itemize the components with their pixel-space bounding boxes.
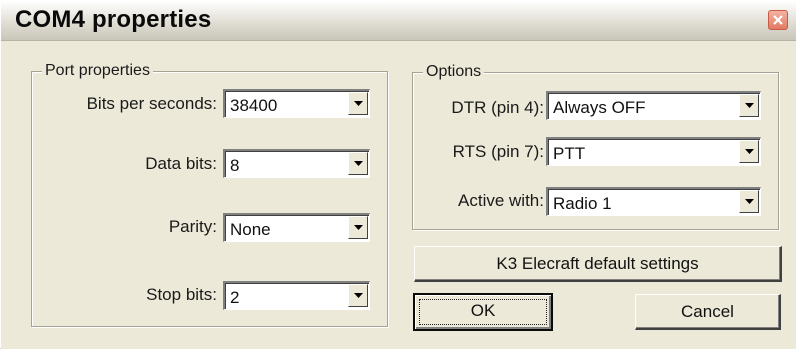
data-bits-dropdown-button[interactable] xyxy=(348,152,368,175)
chevron-down-icon xyxy=(354,101,363,106)
options-label: Options xyxy=(423,63,485,81)
rts-dropdown[interactable]: PTT xyxy=(546,137,761,166)
rts-dropdown-button[interactable] xyxy=(739,140,759,163)
port-properties-label: Port properties xyxy=(42,62,153,80)
bits-per-second-value: 38400 xyxy=(230,96,278,115)
chevron-down-icon xyxy=(745,199,754,204)
rts-value: PTT xyxy=(553,144,586,163)
data-bits-label: Data bits: xyxy=(145,154,217,173)
dtr-value: Always OFF xyxy=(553,98,646,117)
bits-per-second-dropdown[interactable]: 38400 xyxy=(223,89,370,118)
cancel-button[interactable]: Cancel xyxy=(635,294,781,330)
dialog-window: COM4 properties Port properties Bits per… xyxy=(0,0,796,349)
chevron-down-icon xyxy=(354,293,363,298)
stop-bits-dropdown-button[interactable] xyxy=(348,284,368,307)
stop-bits-value: 2 xyxy=(230,288,240,307)
dtr-label: DTR (pin 4): xyxy=(451,98,544,117)
parity-dropdown[interactable]: None xyxy=(223,213,370,242)
chevron-down-icon xyxy=(354,225,363,230)
active-with-dropdown-button[interactable] xyxy=(739,190,759,213)
bits-per-second-label: Bits per seconds: xyxy=(86,94,217,113)
k3-elecraft-defaults-button[interactable]: K3 Elecraft default settings xyxy=(414,246,782,282)
rts-label: RTS (pin 7): xyxy=(452,142,544,161)
dtr-dropdown[interactable]: Always OFF xyxy=(546,91,761,120)
parity-dropdown-button[interactable] xyxy=(348,216,368,239)
dialog-title: COM4 properties xyxy=(15,6,212,33)
active-with-dropdown[interactable]: Radio 1 xyxy=(546,187,761,216)
close-icon xyxy=(773,15,783,25)
dtr-dropdown-button[interactable] xyxy=(739,94,759,117)
chevron-down-icon xyxy=(745,149,754,154)
bits-per-second-dropdown-button[interactable] xyxy=(348,92,368,115)
active-with-label: Active with: xyxy=(458,191,544,210)
ok-button[interactable]: OK xyxy=(413,293,553,331)
active-with-value: Radio 1 xyxy=(553,194,612,213)
focus-rectangle xyxy=(419,299,547,325)
chevron-down-icon xyxy=(745,103,754,108)
parity-value: None xyxy=(230,220,271,239)
close-button[interactable] xyxy=(768,10,788,30)
chevron-down-icon xyxy=(354,161,363,166)
dialog-body: Port properties Bits per seconds: 38400 … xyxy=(1,41,796,349)
data-bits-dropdown[interactable]: 8 xyxy=(223,149,370,178)
title-bar[interactable]: COM4 properties xyxy=(1,1,796,41)
parity-label: Parity: xyxy=(168,217,217,236)
data-bits-value: 8 xyxy=(230,156,240,175)
stop-bits-dropdown[interactable]: 2 xyxy=(223,281,370,310)
stop-bits-label: Stop bits: xyxy=(146,285,217,304)
